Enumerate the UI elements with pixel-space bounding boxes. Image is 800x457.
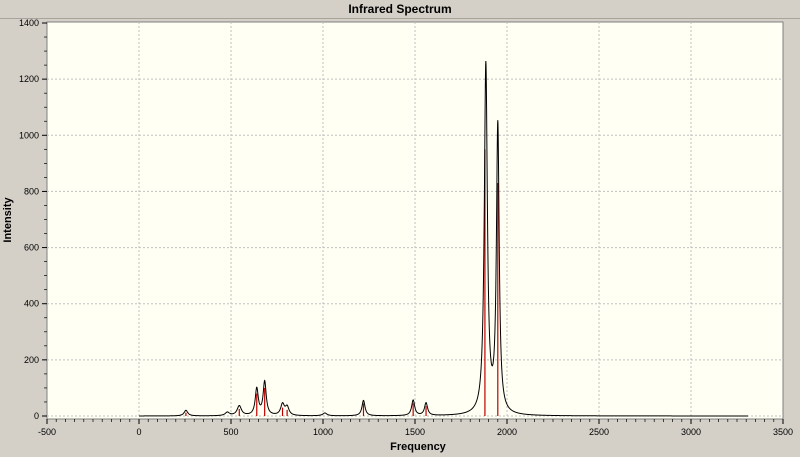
y-tick-label: 600 xyxy=(24,243,39,253)
y-tick-label: 1200 xyxy=(19,74,39,84)
x-tick-label: 3500 xyxy=(773,427,793,437)
y-tick-label: 200 xyxy=(24,355,39,365)
y-tick-label: 0 xyxy=(34,411,39,421)
x-tick-label: -500 xyxy=(38,427,56,437)
y-tick-label: 1000 xyxy=(19,130,39,140)
x-axis-label: Frequency xyxy=(390,441,447,453)
y-axis-ticks: 0 200 400 600 800 1000 1200 1400 xyxy=(19,18,47,421)
y-tick-label: 1400 xyxy=(19,18,39,28)
ir-spectrum-chart: -500 0 500 1000 1500 2000 2500 3000 3500 0 200 400… xyxy=(2,18,793,453)
x-tick-label: 0 xyxy=(136,427,141,437)
x-axis-ticks: -500 0 500 1000 1500 2000 2500 3000 3500 xyxy=(38,419,793,437)
x-tick-label: 2500 xyxy=(589,427,609,437)
x-tick-label: 1500 xyxy=(405,427,425,437)
x-tick-label: 3000 xyxy=(681,427,701,437)
x-tick-label: 1000 xyxy=(313,427,333,437)
x-tick-label: 2000 xyxy=(497,427,517,437)
x-tick-label: 500 xyxy=(223,427,238,437)
y-axis-label: Intensity xyxy=(2,197,14,243)
y-tick-label: 400 xyxy=(24,299,39,309)
y-tick-label: 800 xyxy=(24,186,39,196)
